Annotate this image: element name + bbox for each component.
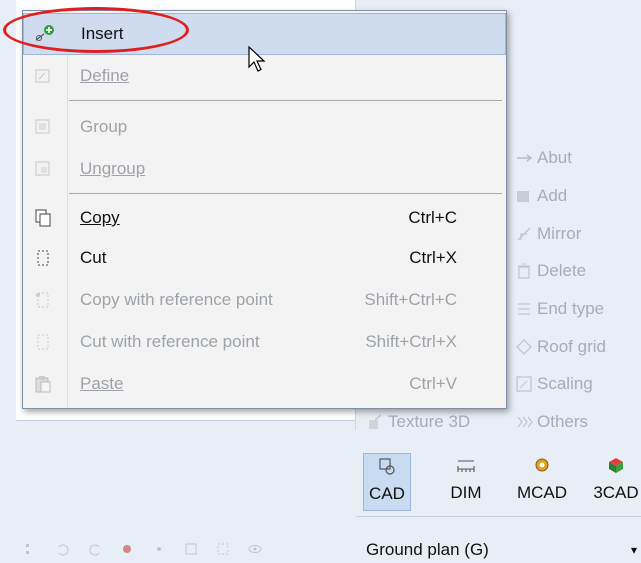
menu-item-cut-with-reference-point[interactable]: Cut with reference point Shift+Ctrl+X xyxy=(23,321,506,363)
copy-reference-icon xyxy=(33,290,53,310)
tab-label: DIM xyxy=(450,483,482,502)
gear-icon xyxy=(532,455,552,475)
menu-item-shortcut: Shift+Ctrl+C xyxy=(364,290,457,309)
tool-scaling[interactable]: Scaling xyxy=(515,374,593,394)
menu-item-group[interactable]: Group xyxy=(23,106,506,148)
menu-separator xyxy=(69,193,502,194)
abut-icon xyxy=(515,149,533,167)
trash-icon xyxy=(515,262,533,280)
mirror-icon xyxy=(515,225,533,243)
tool-label: Mirror xyxy=(537,224,582,243)
group-icon xyxy=(33,117,53,137)
tabs-divider xyxy=(356,516,641,517)
point-icon[interactable] xyxy=(152,541,166,555)
menu-item-label: Paste xyxy=(80,374,124,393)
bottom-toolbar xyxy=(24,541,262,556)
panel-divider xyxy=(16,420,356,421)
others-icon xyxy=(515,413,533,431)
tab-label: CAD xyxy=(369,484,405,503)
tab-mcad[interactable]: MCAD xyxy=(516,453,568,509)
mouse-cursor-icon xyxy=(247,45,269,80)
tool-mirror[interactable]: Mirror xyxy=(515,224,581,244)
grid-icon[interactable] xyxy=(24,541,38,555)
zoom-fit-icon[interactable] xyxy=(184,541,198,555)
zoom-window-icon[interactable] xyxy=(216,541,230,555)
tool-label: Abut xyxy=(537,148,572,167)
menu-item-ungroup[interactable]: Ungroup xyxy=(23,148,506,190)
annotation-ring xyxy=(3,7,189,53)
tool-label: Scaling xyxy=(537,374,593,393)
ungroup-icon xyxy=(33,159,53,179)
menu-item-shortcut: Ctrl+X xyxy=(409,248,457,267)
tool-roof-grid[interactable]: Roof grid xyxy=(515,337,606,357)
tool-label: Roof grid xyxy=(537,337,606,356)
menu-item-shortcut: Shift+Ctrl+X xyxy=(365,332,457,351)
view-select[interactable]: Ground plan (G) ▾ xyxy=(366,539,641,561)
menu-item-label: Cut xyxy=(80,248,107,267)
tool-add[interactable]: Add xyxy=(515,186,567,206)
redo-icon[interactable] xyxy=(88,541,102,556)
menu-item-shortcut: Ctrl+V xyxy=(409,374,457,393)
menu-item-cut[interactable]: Cut Ctrl+X xyxy=(23,237,506,279)
menu-item-label: Define xyxy=(80,66,130,85)
menu-item-copy[interactable]: Copy Ctrl+C xyxy=(23,197,506,239)
menu-item-label: Copy with reference point xyxy=(80,290,273,309)
tool-others[interactable]: Others xyxy=(515,412,588,432)
tab-label: 3CAD xyxy=(593,483,639,502)
tool-label: Delete xyxy=(537,261,587,280)
add-icon xyxy=(515,187,533,205)
copy-icon xyxy=(33,208,53,228)
tool-texture-3d[interactable]: Texture 3D xyxy=(366,412,470,432)
tool-delete[interactable]: Delete xyxy=(515,261,586,281)
tool-label: Texture 3D xyxy=(388,412,471,431)
tab-dim[interactable]: DIM xyxy=(443,453,489,509)
undo-icon[interactable] xyxy=(56,541,70,556)
eye-icon[interactable] xyxy=(248,541,262,555)
texture-3d-icon xyxy=(366,413,384,431)
menu-item-label: Copy xyxy=(80,208,120,227)
menu-separator xyxy=(69,100,502,101)
dimension-icon xyxy=(456,455,476,475)
cut-icon xyxy=(33,248,53,268)
tab-3cad[interactable]: 3CAD xyxy=(593,453,639,509)
tool-label: Others xyxy=(537,412,589,431)
menu-item-label: Group xyxy=(80,117,128,136)
tab-label: MCAD xyxy=(516,483,568,502)
cube-icon xyxy=(606,455,626,475)
end-type-icon xyxy=(515,300,533,318)
chevron-down-icon: ▾ xyxy=(630,543,637,557)
menu-item-paste[interactable]: Paste Ctrl+V xyxy=(23,363,506,405)
menu-item-label: Ungroup xyxy=(80,159,146,178)
menu-item-label: Cut with reference point xyxy=(80,332,260,351)
marker-icon[interactable] xyxy=(120,541,134,555)
cad-icon xyxy=(377,456,397,476)
paste-icon xyxy=(33,374,53,394)
roof-grid-icon xyxy=(515,338,533,356)
tab-cad[interactable]: CAD xyxy=(363,453,411,511)
cut-reference-icon xyxy=(33,332,53,352)
tool-label: Add xyxy=(537,186,568,205)
scaling-icon xyxy=(515,375,533,393)
tool-abut[interactable]: Abut xyxy=(515,148,572,168)
tool-end-type[interactable]: End type xyxy=(515,299,604,319)
define-icon xyxy=(33,66,53,86)
menu-item-copy-with-reference-point[interactable]: Copy with reference point Shift+Ctrl+C xyxy=(23,279,506,321)
menu-item-shortcut: Ctrl+C xyxy=(408,208,457,227)
tool-label: End type xyxy=(537,299,605,318)
view-select-value: Ground plan (G) xyxy=(366,540,489,559)
